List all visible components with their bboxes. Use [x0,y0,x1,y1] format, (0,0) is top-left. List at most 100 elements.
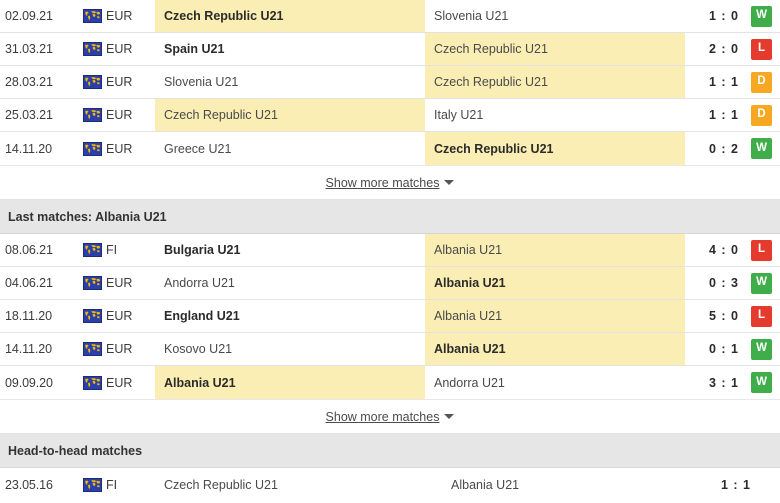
table-row[interactable]: 28.03.21 EUR Slovenia U21 Czech Republic U2… [0,66,780,99]
table-row[interactable]: 31.03.21 EUR Spain U21 Czech Republic U21 2 … [0,33,780,66]
match-score: 0 : 3 [708,276,739,290]
table-row[interactable]: 23.05.16 FI Czech Republic U21 Albania U21 1… [0,468,780,502]
away-team[interactable]: Albania U21 [425,333,685,365]
result-badge-cell: L [751,33,780,65]
competition-code: EUR [106,375,133,390]
table-row[interactable]: 14.11.20 EUR Kosovo U21 Albania U21 0 : 1 W [0,333,780,366]
match-date: 09.09.20 [5,375,53,390]
home-team[interactable]: Czech Republic U21 [155,468,442,502]
away-team-label: Albania U21 [434,309,503,323]
albania-last-matches-list: 08.06.21 FI Bulgaria U21 Albania U21 4 : 0 L 0… [0,234,780,399]
show-more-matches-link-czech[interactable]: Show more matches [326,176,455,190]
match-date: 25.03.21 [5,108,53,122]
result-badge-cell: D [751,99,780,131]
home-team-label: Slovenia U21 [164,75,239,89]
home-team-label: Greece U21 [164,141,232,156]
away-team[interactable]: Czech Republic U21 [425,33,685,65]
home-team[interactable]: Spain U21 [155,33,425,65]
home-team[interactable]: Czech Republic U21 [155,99,425,131]
result-badge-cell: L [751,300,780,332]
home-team[interactable]: Albania U21 [155,366,425,399]
section-header-albania: Last matches: Albania U21 [0,200,780,234]
match-score: 0 : 1 [708,342,739,356]
status-badge: W [751,338,772,360]
match-date: 28.03.21 [5,75,53,89]
competition-code: FI [106,243,118,257]
home-team[interactable]: Bulgaria U21 [155,234,425,266]
home-team-label: Kosovo U21 [164,342,233,356]
home-team[interactable]: Greece U21 [155,132,425,165]
home-team-label: Czech Republic U21 [164,108,278,122]
away-team-label: Czech Republic U21 [434,141,554,156]
result-badge-cell: W [751,267,780,299]
table-row[interactable]: 18.11.20 EUR England U21 Albania U21 5 : 0 L [0,300,780,333]
table-row[interactable]: 09.09.20 EUR Albania U21 Andorra U21 3 : 1 W [0,366,780,399]
away-team[interactable]: Albania U21 [425,234,685,266]
away-team-label: Italy U21 [434,108,484,122]
head-to-head-matches-list: 23.05.16 FI Czech Republic U21 Albania U21 1… [0,468,780,502]
matches-panel: 02.09.21 EUR Czech Republic U21 Slovenia U2… [0,0,780,503]
match-score: 0 : 2 [708,141,739,156]
home-team-label: Bulgaria U21 [164,243,241,257]
table-row[interactable]: 02.09.21 EUR Czech Republic U21 Slovenia U2… [0,0,780,33]
competition-code: EUR [106,141,133,156]
away-team[interactable]: Slovenia U21 [425,0,685,32]
competition-code: EUR [106,342,133,356]
home-team-label: Andorra U21 [164,276,235,290]
competition-code: EUR [106,108,133,122]
competition-flag [78,132,106,165]
section-title-h2h: Head-to-head matches [8,443,143,458]
home-team[interactable]: Czech Republic U21 [155,0,425,32]
away-team[interactable]: Andorra U21 [425,366,685,399]
world-map-icon [82,108,102,122]
home-team-label: Spain U21 [164,42,225,56]
away-team[interactable]: Albania U21 [442,468,714,502]
world-map-icon [82,75,102,89]
show-more-matches-label: Show more matches [325,175,440,190]
status-badge: W [751,5,772,27]
section-title-albania: Last matches: Albania U21 [8,209,167,224]
world-map-icon [82,478,102,492]
result-badge-cell: W [751,0,780,32]
show-more-matches-row-albania[interactable]: Show more matches [0,399,780,434]
table-row[interactable]: 08.06.21 FI Bulgaria U21 Albania U21 4 : 0 L [0,234,780,267]
table-row[interactable]: 14.11.20 EUR Greece U21 Czech Republic U21 0… [0,132,780,165]
match-date: 04.06.21 [5,276,53,290]
match-date: 14.11.20 [5,342,52,356]
away-team[interactable]: Czech Republic U21 [425,132,685,165]
match-date: 18.11.20 [5,309,52,323]
status-badge: L [751,305,772,327]
competition-code: EUR [106,42,133,56]
competition-flag [78,300,106,332]
away-team-label: Czech Republic U21 [434,42,548,56]
home-team[interactable]: England U21 [155,300,425,332]
table-row[interactable]: 25.03.21 EUR Czech Republic U21 Italy U21 1 … [0,99,780,132]
match-date: 08.06.21 [5,243,53,257]
match-date: 31.03.21 [5,42,53,56]
show-more-matches-label: Show more matches [325,409,440,424]
result-badge-cell: W [751,366,780,399]
away-team[interactable]: Albania U21 [425,300,685,332]
away-team-label: Albania U21 [434,276,506,290]
competition-flag [78,99,106,131]
status-badge: W [751,138,772,159]
away-team-label: Slovenia U21 [434,9,509,23]
competition-flag [78,234,106,266]
home-team[interactable]: Andorra U21 [155,267,425,299]
away-team[interactable]: Italy U21 [425,99,685,131]
match-score: 1 : 1 [708,75,739,89]
away-team[interactable]: Czech Republic U21 [425,66,685,98]
table-row[interactable]: 04.06.21 EUR Andorra U21 Albania U21 0 : 3 W [0,267,780,300]
away-team[interactable]: Albania U21 [425,267,685,299]
show-more-matches-row-czech[interactable]: Show more matches [0,165,780,200]
home-team[interactable]: Kosovo U21 [155,333,425,365]
away-team-label: Albania U21 [434,243,503,257]
competition-code: EUR [106,9,133,23]
show-more-matches-link-albania[interactable]: Show more matches [326,410,455,424]
result-badge-cell: W [751,132,780,165]
match-score: 4 : 0 [708,243,739,257]
match-score: 1 : 1 [720,478,751,492]
match-score: 3 : 1 [708,375,739,390]
world-map-icon [82,309,102,323]
home-team[interactable]: Slovenia U21 [155,66,425,98]
